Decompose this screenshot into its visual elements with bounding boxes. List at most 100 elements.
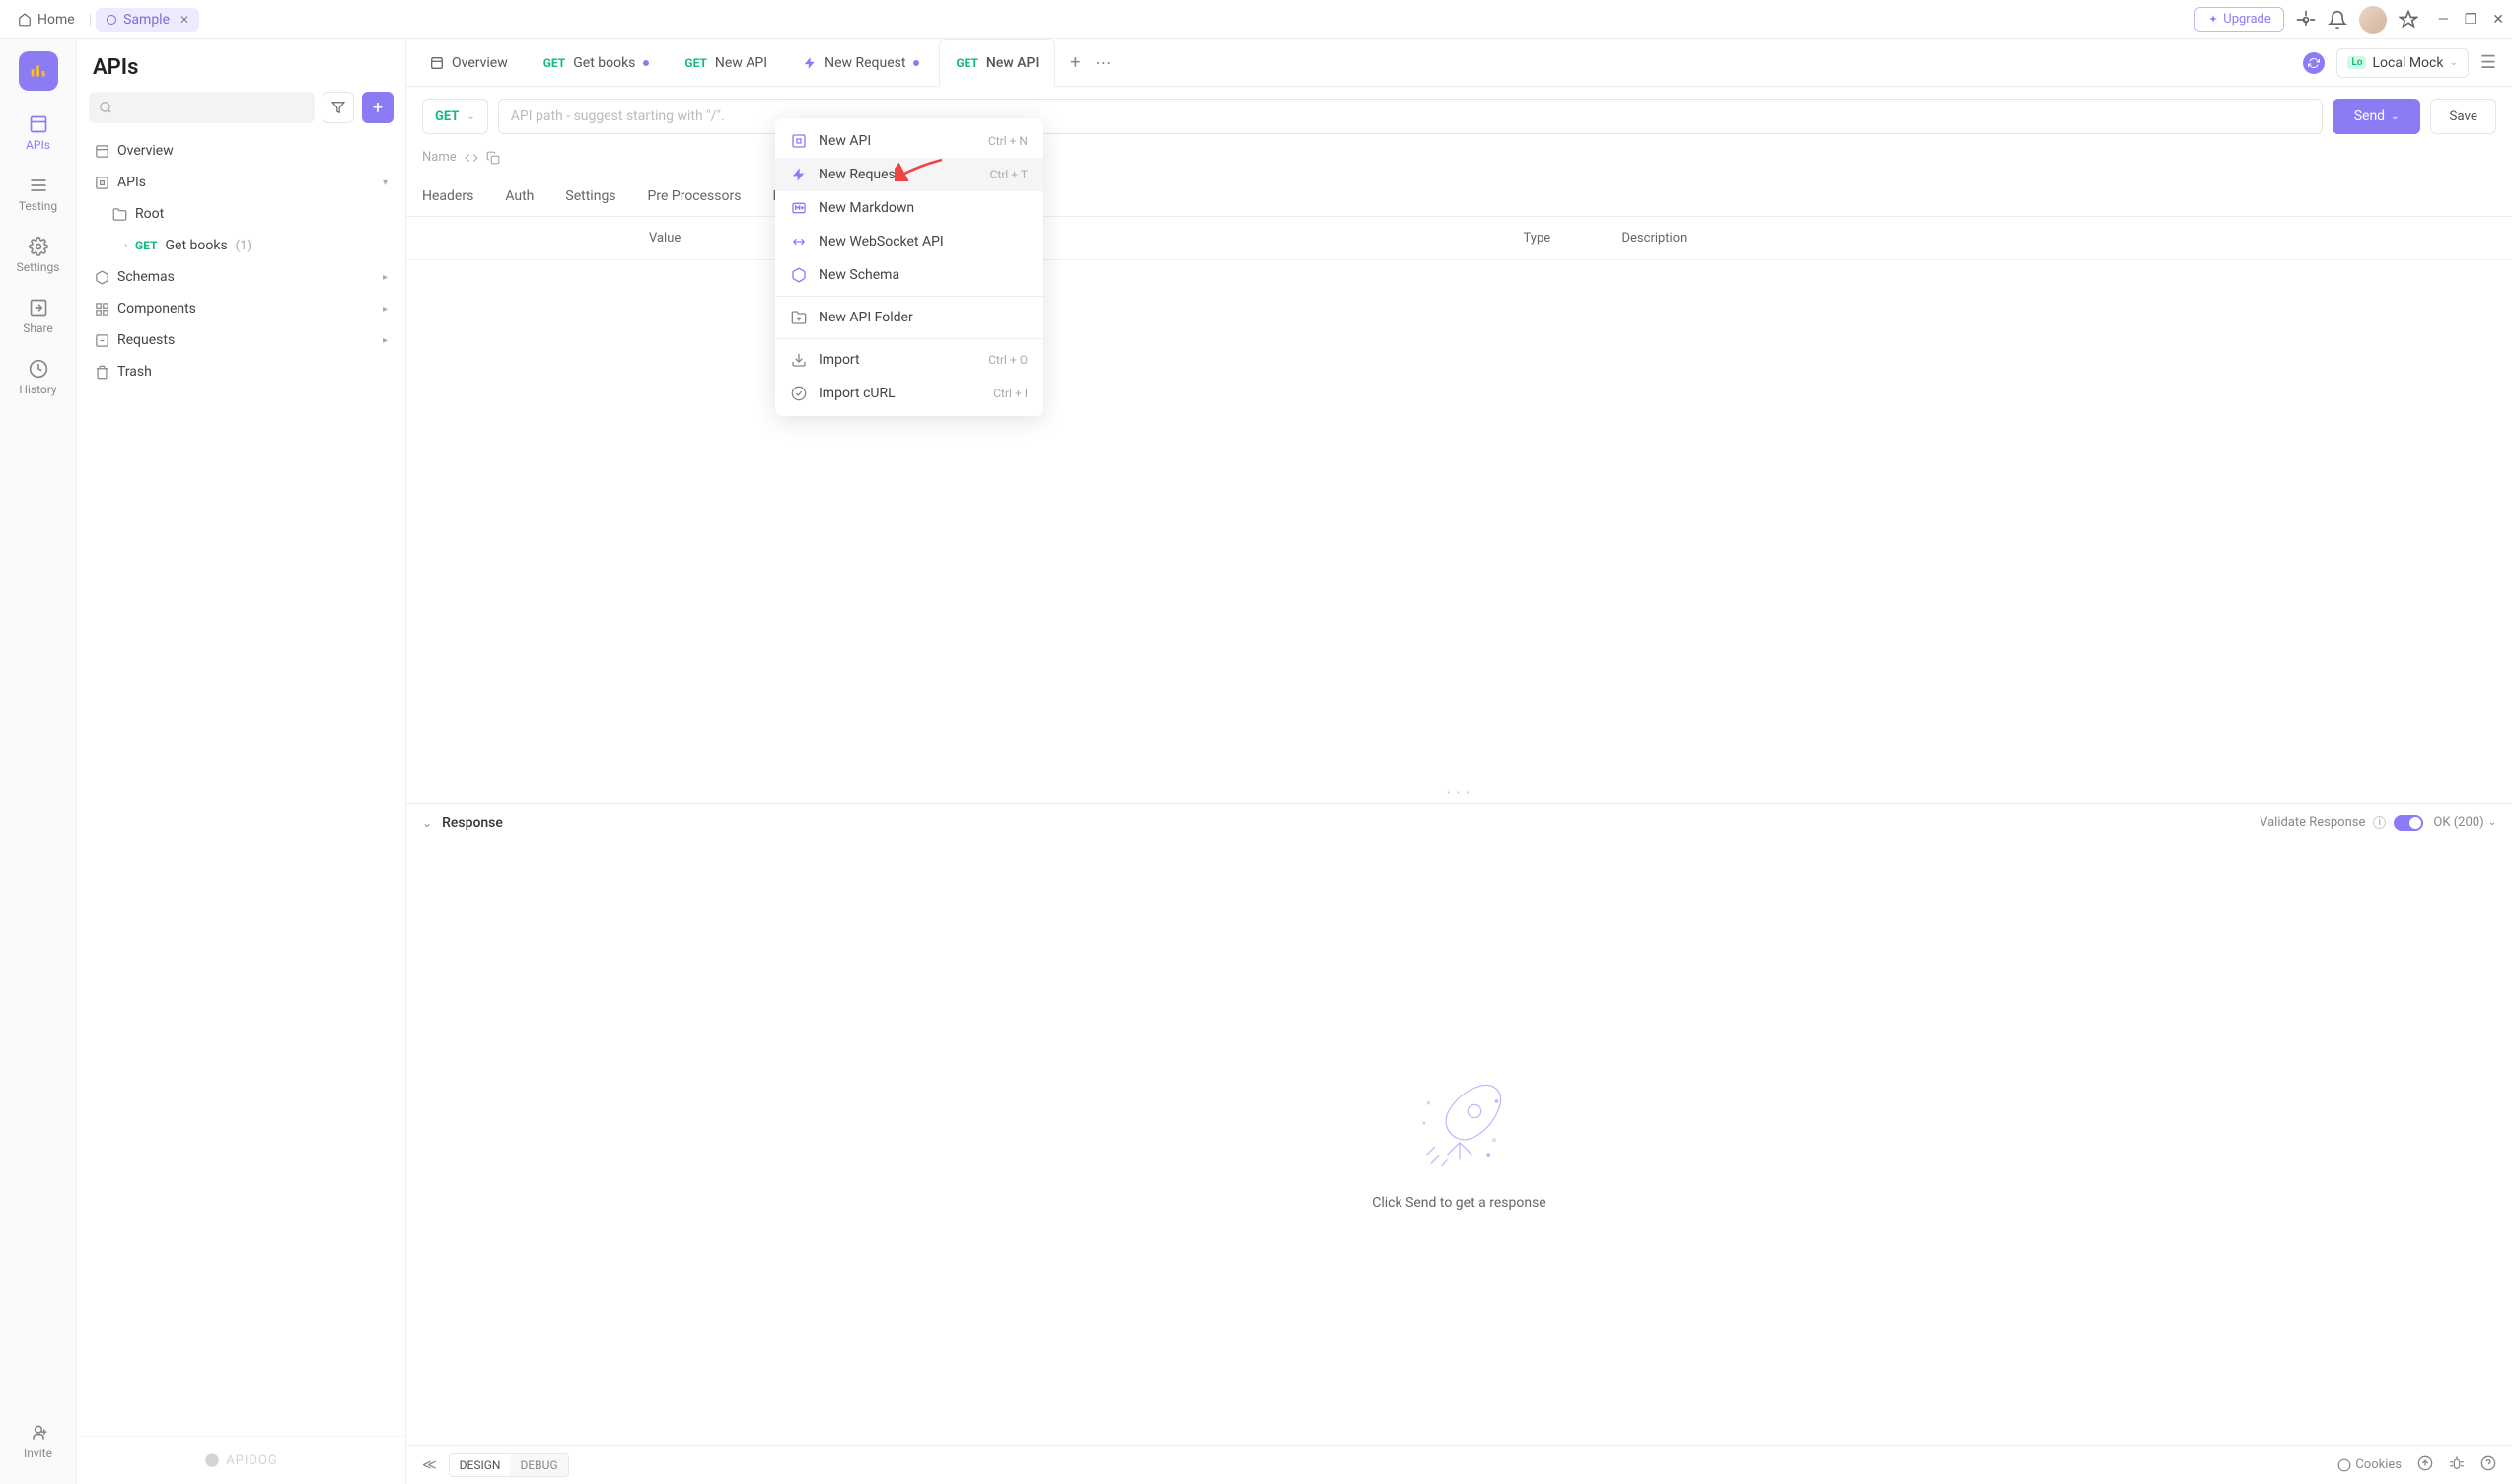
method-select[interactable]: GET ⌄ — [422, 99, 488, 134]
env-select[interactable]: Lo Local Mock ⌄ — [2336, 48, 2468, 78]
tree-get-books[interactable]: › GET Get books (1) — [85, 230, 397, 261]
pin-icon[interactable] — [2399, 10, 2418, 30]
upgrade-button[interactable]: Upgrade — [2194, 7, 2283, 32]
curl-icon — [791, 386, 807, 401]
tab-label: New Request — [825, 55, 905, 71]
code-icon[interactable] — [465, 151, 478, 165]
refresh-button[interactable] — [2303, 52, 2325, 74]
settings-icon[interactable] — [2296, 10, 2316, 30]
dd-shortcut: Ctrl + O — [988, 353, 1028, 367]
folder-plus-icon — [791, 310, 807, 325]
trash-icon — [95, 365, 109, 380]
upload-icon[interactable] — [2417, 1455, 2433, 1475]
name-placeholder[interactable]: Name — [422, 150, 457, 165]
tab-new-api-1[interactable]: GET New API — [669, 39, 783, 86]
rail-invite-label: Invite — [24, 1447, 52, 1460]
tabs-menu[interactable]: ⋯ — [1095, 53, 1112, 72]
rail-share[interactable]: Share — [0, 290, 76, 343]
close-button[interactable]: ✕ — [2492, 12, 2504, 28]
dd-import-curl[interactable]: Import cURL Ctrl + I — [775, 377, 1043, 410]
chevron-down-icon: ⌄ — [2488, 817, 2496, 828]
req-tab-pre[interactable]: Pre Processors — [648, 177, 742, 216]
bug-icon[interactable] — [2449, 1455, 2465, 1475]
response-message: Click Send to get a response — [1372, 1195, 1545, 1211]
dd-divider — [775, 338, 1043, 339]
sample-icon — [106, 14, 117, 26]
collapse-button[interactable]: ≪ — [422, 1457, 437, 1473]
dd-new-folder[interactable]: New API Folder — [775, 301, 1043, 334]
title-bar: Home | Sample ✕ Upgrade — ❐ ✕ — [0, 0, 2512, 39]
debug-mode[interactable]: DEBUG — [510, 1454, 567, 1476]
tabs-bar: Overview GET Get books GET New API New R… — [406, 39, 2512, 87]
req-tab-settings[interactable]: Settings — [565, 177, 615, 216]
tab-label: New API — [986, 55, 1039, 71]
tree-trash[interactable]: Trash — [85, 356, 397, 388]
sample-tab[interactable]: Sample ✕ — [96, 8, 199, 32]
add-button[interactable]: + — [362, 92, 394, 123]
dd-label: New API — [819, 133, 871, 149]
chevron-right-icon: ▸ — [383, 304, 388, 315]
avatar[interactable] — [2359, 6, 2387, 34]
tree-root[interactable]: Root — [85, 198, 397, 230]
sparkle-icon — [2207, 14, 2219, 26]
dd-new-request[interactable]: New Request Ctrl + T — [775, 158, 1043, 191]
dd-new-schema[interactable]: New Schema — [775, 258, 1043, 292]
search-input[interactable] — [89, 92, 315, 123]
tree-requests[interactable]: Requests ▸ — [85, 324, 397, 356]
design-mode[interactable]: DESIGN — [450, 1454, 511, 1476]
col-desc: Description — [1622, 231, 2497, 246]
dd-new-markdown[interactable]: New Markdown — [775, 191, 1043, 225]
dd-new-api[interactable]: New API Ctrl + N — [775, 124, 1043, 158]
maximize-button[interactable]: ❐ — [2465, 12, 2477, 28]
tab-overview[interactable]: Overview — [414, 39, 524, 86]
tab-new-request[interactable]: New Request — [787, 39, 935, 86]
tree-apis[interactable]: APIs ▾ — [85, 167, 397, 198]
close-icon[interactable]: ✕ — [179, 13, 189, 27]
tree-overview[interactable]: Overview — [85, 135, 397, 167]
tree-requests-label: Requests — [117, 332, 175, 348]
components-icon — [95, 302, 109, 317]
send-button[interactable]: Send ⌄ — [2333, 99, 2421, 134]
rail-invite[interactable]: Invite — [0, 1415, 76, 1468]
tab-label: Get books — [573, 55, 635, 71]
dd-import[interactable]: Import Ctrl + O — [775, 343, 1043, 377]
rail-apis[interactable]: APIs — [0, 106, 76, 160]
hamburger-icon[interactable]: ☰ — [2480, 52, 2496, 73]
help-icon[interactable] — [2480, 1455, 2496, 1475]
markdown-icon — [791, 200, 807, 216]
validate-toggle[interactable] — [2394, 815, 2423, 831]
minimize-button[interactable]: — — [2438, 12, 2449, 28]
rail-history[interactable]: History — [0, 351, 76, 404]
dd-label: Import — [819, 352, 860, 368]
app-logo[interactable] — [19, 51, 58, 91]
new-tab-button[interactable]: + — [1059, 47, 1091, 79]
cookies-button[interactable]: Cookies — [2337, 1457, 2402, 1472]
send-label: Send — [2354, 108, 2385, 124]
home-tab[interactable]: Home — [8, 8, 85, 32]
sidebar: APIs + Overview APIs ▾ — [77, 39, 406, 1484]
tab-get-books[interactable]: GET Get books — [528, 39, 666, 86]
dd-new-websocket[interactable]: New WebSocket API — [775, 225, 1043, 258]
filter-button[interactable] — [323, 92, 354, 123]
rail-settings[interactable]: Settings — [0, 229, 76, 282]
content: Overview GET Get books GET New API New R… — [406, 39, 2512, 1484]
tree-components[interactable]: Components ▸ — [85, 293, 397, 324]
chevron-down-icon[interactable]: ⌄ — [422, 816, 432, 830]
tree-schemas[interactable]: Schemas ▸ — [85, 261, 397, 293]
info-icon[interactable]: i — [2373, 816, 2386, 829]
save-button[interactable]: Save — [2430, 99, 2496, 134]
req-tab-auth[interactable]: Auth — [505, 177, 534, 216]
copy-icon[interactable] — [486, 151, 500, 165]
name-row: Name — [406, 146, 2512, 177]
sidebar-footer: APIDOG — [77, 1436, 405, 1484]
tab-new-api-2[interactable]: GET New API — [939, 39, 1055, 86]
divider[interactable]: • • • — [406, 784, 2512, 803]
tree-root-label: Root — [135, 206, 164, 222]
bell-icon[interactable] — [2328, 10, 2347, 30]
chevron-right-icon: ▸ — [383, 335, 388, 346]
tree-get-books-count: (1) — [236, 239, 251, 253]
rail-testing[interactable]: Testing — [0, 168, 76, 221]
req-tab-headers[interactable]: Headers — [422, 177, 473, 216]
chevron-down-icon: ⌄ — [467, 111, 474, 122]
status-select[interactable]: OK (200) ⌄ — [2433, 815, 2496, 830]
